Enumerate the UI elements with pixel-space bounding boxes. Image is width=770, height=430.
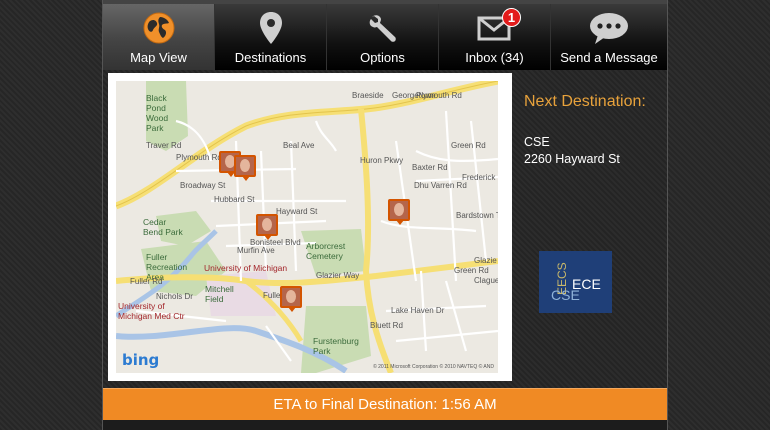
background-left	[0, 0, 102, 430]
map-label-place: Mitchell Field	[205, 284, 234, 304]
map-label-street: Beal Ave	[283, 141, 315, 150]
logo-cse-text: CSE	[551, 287, 580, 303]
map-label-street: Georgetown	[392, 91, 436, 100]
map-label-street: Broadway St	[180, 181, 226, 190]
map-label-street: Bluett Rd	[370, 321, 403, 330]
map-label-street: Frederick Dr	[462, 173, 498, 182]
map-label-street: Lake Haven Dr	[391, 306, 445, 315]
eecs-logo: EECS ECE CSE	[539, 251, 612, 313]
globe-icon	[142, 10, 176, 46]
unread-badge: 1	[502, 8, 521, 27]
speech-bubble-icon	[588, 10, 630, 46]
eta-banner: ETA to Final Destination: 1:56 AM	[103, 388, 667, 420]
map-label-street: Murfin Ave	[237, 246, 275, 255]
tab-destinations[interactable]: Destinations	[215, 4, 327, 70]
tab-send-message[interactable]: Send a Message	[551, 4, 667, 70]
app-frame: Map View Destinations Options 1 Inbox (3…	[102, 0, 668, 430]
next-destination-heading: Next Destination:	[524, 93, 646, 110]
map-label-institution: University of Michigan	[204, 263, 288, 273]
tab-label: Send a Message	[560, 50, 658, 65]
map[interactable]: Black Pond Wood Park Cedar Bend Park Fuller R…	[116, 81, 498, 373]
background-right	[668, 0, 770, 430]
map-label-street: Traver Rd	[146, 141, 182, 150]
map-copyright: © 2011 Microsoft Corporation © 2010 NAVT…	[373, 364, 494, 370]
map-label-park: Cedar Bend Park	[143, 217, 183, 237]
tab-label: Inbox (34)	[465, 50, 524, 65]
tab-inbox[interactable]: 1 Inbox (34)	[439, 4, 551, 70]
map-label-street: Nichols Dr	[156, 292, 193, 301]
destination-name: CSE	[524, 135, 550, 149]
person-marker[interactable]	[388, 199, 410, 225]
tab-options[interactable]: Options	[327, 4, 439, 70]
map-label-park: Arborcrest Cemetery	[306, 241, 346, 261]
map-label-street: Huron Pkwy	[360, 156, 404, 165]
map-label-street: Baxter Rd	[412, 163, 448, 172]
map-label-street: Green Rd	[454, 266, 489, 275]
person-marker[interactable]	[280, 286, 302, 312]
person-marker[interactable]	[256, 214, 278, 240]
map-label-street: Dhu Varren Rd	[414, 181, 467, 190]
map-label-street: Plymouth Rd	[176, 153, 222, 162]
map-label-street: Green Rd	[451, 141, 486, 150]
map-label-street: Braeside	[352, 91, 384, 100]
tab-label: Options	[360, 50, 405, 65]
map-label-park: Furstenburg Park	[313, 336, 359, 356]
map-label-street: Glazie	[474, 256, 497, 265]
map-label-street: Hayward St	[276, 207, 318, 216]
map-label-street: Bardstown Trl	[456, 211, 498, 220]
map-label-park: Black Pond Wood Park	[146, 93, 169, 133]
map-label-street: Fuller Rd	[130, 277, 163, 286]
bing-logo: bing	[122, 351, 160, 369]
map-label-street: Clague	[474, 276, 498, 285]
map-label-institution: University of Michigan Med Ctr	[118, 301, 185, 321]
person-marker[interactable]	[234, 155, 256, 181]
map-label-street: Hubbard St	[214, 195, 255, 204]
destination-address: 2260 Hayward St	[524, 152, 620, 166]
map-panel: Black Pond Wood Park Cedar Bend Park Fuller R…	[108, 73, 512, 381]
location-pin-icon	[256, 10, 286, 46]
wrench-icon	[366, 10, 400, 46]
top-nav-bar: Map View Destinations Options 1 Inbox (3…	[103, 0, 667, 70]
tab-map-view[interactable]: Map View	[103, 4, 215, 70]
main-content: Black Pond Wood Park Cedar Bend Park Fuller R…	[103, 70, 667, 388]
map-label-street: Glazier Way	[316, 271, 360, 280]
tab-label: Map View	[130, 50, 187, 65]
next-destination-panel: Next Destination: CSE 2260 Hayward St	[524, 92, 664, 168]
tab-label: Destinations	[234, 50, 307, 65]
